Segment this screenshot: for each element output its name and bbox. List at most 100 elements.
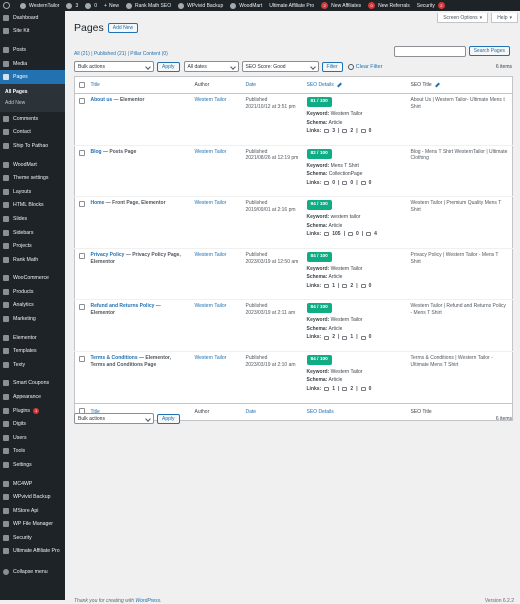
rank-math-link[interactable]: Rank Math SEO (125, 2, 171, 9)
select-all-checkbox[interactable] (79, 81, 85, 88)
sidebar-item-templates[interactable]: Templates (0, 344, 65, 358)
author-link[interactable]: Western Tailor (195, 355, 227, 361)
sidebar-item-appearance[interactable]: Appearance (0, 390, 65, 404)
focus-keyword: Western Tailor (330, 265, 363, 272)
sidebar-item-ship-to-pathao[interactable]: Ship To Pathao (0, 139, 65, 153)
sidebar-item-analytics[interactable]: Analytics (0, 299, 65, 313)
updates-link[interactable]: 3 (66, 2, 78, 9)
page-title-link[interactable]: Home (91, 200, 105, 206)
wpvivid-link[interactable]: WPvivid Backup (178, 2, 223, 9)
external-links-count: 1 (350, 334, 354, 341)
filter-all-link[interactable]: All (21) (74, 51, 90, 57)
sidebar-item-digits[interactable]: Digits (0, 417, 65, 431)
sidebar-item-settings[interactable]: Settings (0, 458, 65, 472)
security-link[interactable]: Security 2 (417, 2, 448, 9)
row-checkbox[interactable] (79, 252, 85, 259)
site-name-link[interactable]: WesternTailor (20, 2, 59, 9)
site-kit-icon (3, 28, 9, 35)
sidebar-item-mc4wp[interactable]: MC4WP (0, 477, 65, 491)
sidebar-item-products[interactable]: Products (0, 285, 65, 299)
keyword-label: Keyword: (306, 162, 330, 169)
schema-type: Article (328, 325, 343, 332)
page-title-link[interactable]: Privacy Policy (91, 252, 125, 258)
add-new-button[interactable]: Add New (107, 23, 139, 33)
seo-details-column-header[interactable]: SEO Details (307, 82, 342, 88)
author-link[interactable]: Western Tailor (195, 149, 227, 155)
sidebar-item-ultimate-affiliate-pro[interactable]: Ultimate Affiliate Pro (0, 545, 65, 565)
sidebar-item-collapse-menu[interactable]: Collapse menu (0, 565, 65, 579)
sidebar-item-security[interactable]: Security (0, 531, 65, 545)
sidebar-item-plugins[interactable]: Plugins 1 (0, 404, 65, 418)
search-pages-button[interactable]: Search Pages (468, 46, 510, 56)
new-affiliates-link[interactable]: 2 New Affiliates (321, 2, 361, 9)
submenu-add-new[interactable]: Add New (0, 98, 65, 109)
sidebar-item-projects[interactable]: Projects (0, 239, 65, 253)
row-checkbox[interactable] (79, 304, 85, 311)
sidebar-item-layouts[interactable]: Layouts (0, 185, 65, 199)
wordpress-logo-icon[interactable] (3, 2, 13, 9)
sidebar-item-pages[interactable]: Pages (0, 70, 65, 84)
sort-date-link[interactable]: Date (246, 82, 257, 88)
row-checkbox[interactable] (79, 98, 85, 104)
bulk-actions-select-bottom[interactable]: Bulk actions (74, 413, 154, 424)
dates-select[interactable]: All dates (183, 61, 239, 72)
sidebar-item-woocommerce[interactable]: WooCommerce (0, 272, 65, 286)
submenu-all-pages[interactable]: All Pages (0, 87, 65, 98)
sidebar-item-rank-math[interactable]: Rank Math (0, 253, 65, 267)
sidebar-item-smart-coupons[interactable]: Smart Coupons (0, 377, 65, 391)
page-title-link[interactable]: Terms & Conditions (91, 355, 138, 361)
sidebar-item-elementor[interactable]: Elementor (0, 331, 65, 345)
page-title-link[interactable]: Blog (91, 149, 102, 155)
apply-button-bottom[interactable]: Apply (157, 413, 180, 424)
author-link[interactable]: Western Tailor (195, 252, 227, 258)
seo-score-select[interactable]: SEO Score: Good (241, 61, 319, 72)
new-referrals-link[interactable]: 0 New Referrals (368, 2, 410, 9)
author-link[interactable]: Western Tailor (195, 200, 227, 206)
date-value: 2023/03/19 at 2:11 am (245, 310, 296, 317)
help-tab[interactable]: Help ▾ (491, 13, 518, 23)
schema-label: Schema: (306, 377, 328, 384)
edit-icon[interactable] (434, 82, 440, 88)
page-title-link[interactable]: Refund and Returns Policy (91, 303, 155, 309)
sidebar-item-wpvivid-backup[interactable]: WPvivid Backup (0, 490, 65, 504)
sidebar-item-label: Digits (13, 421, 26, 428)
sidebar-item-slides[interactable]: Slides (0, 212, 65, 226)
sidebar-item-theme-settings[interactable]: Theme settings (0, 171, 65, 185)
sidebar-item-site-kit[interactable]: Site Kit (0, 25, 65, 39)
sidebar-item-contact[interactable]: Contact (0, 126, 65, 140)
sidebar-item-comments[interactable]: Comments (0, 112, 65, 126)
clear-filter-link[interactable]: Clear Filter (347, 63, 383, 70)
bulk-actions-select[interactable]: Bulk actions (74, 61, 154, 72)
sidebar-item-mstore-api[interactable]: MStore Api (0, 504, 65, 518)
search-input[interactable] (393, 46, 466, 57)
sidebar-item-dashboard[interactable]: Dashboard (0, 11, 65, 25)
sidebar-item-marketing[interactable]: Marketing (0, 312, 65, 326)
new-content-link[interactable]: + New (104, 3, 119, 9)
filter-pillar-link[interactable]: Pillar Content (0) (130, 51, 168, 57)
woodmart-link[interactable]: WoodMart (230, 2, 262, 9)
sidebar-item-sidebars[interactable]: Sidebars (0, 226, 65, 240)
sidebar-item-woodmart[interactable]: WoodMart (0, 158, 65, 172)
row-checkbox[interactable] (79, 149, 85, 156)
comments-link[interactable]: 0 (85, 2, 97, 9)
sidebar-item-wp-file-manager[interactable]: WP File Manager (0, 518, 65, 532)
affiliate-pro-link[interactable]: Ultimate Affiliate Pro (269, 3, 314, 9)
screen-options-tab[interactable]: Screen Options ▾ (437, 13, 489, 23)
sidebar-item-media[interactable]: Media (0, 57, 65, 71)
apply-button[interactable]: Apply (157, 61, 180, 72)
sidebar-item-html-blocks[interactable]: HTML Blocks (0, 199, 65, 213)
sidebar-item-users[interactable]: Users (0, 431, 65, 445)
filter-button[interactable]: Filter (321, 61, 343, 72)
row-checkbox[interactable] (79, 355, 85, 362)
sidebar-item-posts[interactable]: Posts (0, 43, 65, 57)
wp-version: Version 6.2.2 (484, 598, 514, 604)
sidebar-item-texty[interactable]: Texty (0, 358, 65, 372)
author-link[interactable]: Western Tailor (195, 97, 227, 103)
wordpress-link[interactable]: WordPress (135, 598, 160, 604)
sort-title-link[interactable]: Title (91, 82, 100, 88)
author-link[interactable]: Western Tailor (195, 303, 227, 309)
page-title-link[interactable]: About us (91, 97, 113, 103)
filter-published-link[interactable]: Published (21) (94, 51, 126, 57)
sidebar-item-tools[interactable]: Tools (0, 445, 65, 459)
row-checkbox[interactable] (79, 201, 85, 208)
